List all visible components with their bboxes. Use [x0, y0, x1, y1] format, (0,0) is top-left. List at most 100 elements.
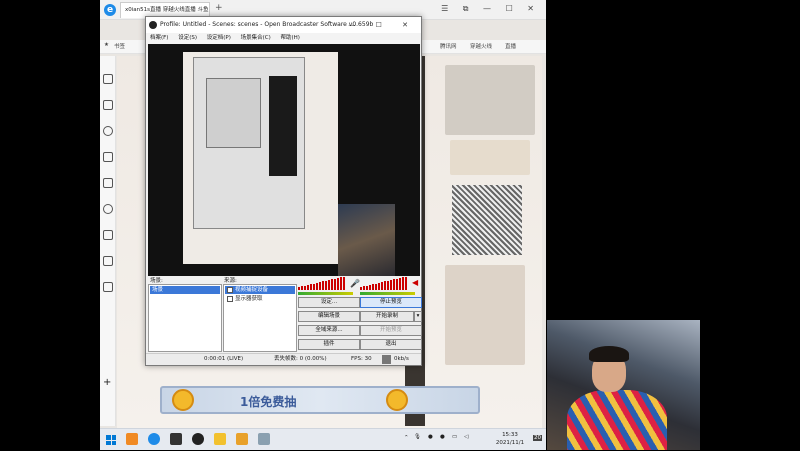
desktop-volume-slider[interactable]: [298, 292, 353, 295]
tray-app-icon[interactable]: ●: [440, 434, 445, 440]
browser-window-controls[interactable]: ☰ ⧉ — ☐ ✕: [441, 4, 540, 14]
obs-window-title: Profile: Untitled - Scenes: scenes - Ope…: [160, 21, 374, 28]
meter-bar: [343, 276, 345, 290]
reader-icon[interactable]: [103, 100, 113, 110]
global-sources-button[interactable]: 全域来源...: [298, 325, 360, 336]
menu-settings[interactable]: 设定(S): [178, 35, 197, 41]
meter-bar: [399, 277, 401, 290]
browser-logo-icon[interactable]: e: [104, 4, 116, 16]
start-button[interactable]: [106, 435, 116, 445]
tray-app-icon[interactable]: ●: [428, 434, 433, 440]
obs-menu-bar: 档案(F) 设定(S) 设定档(P) 场景集合(C) 帮助(H): [146, 33, 421, 44]
obs-status-bar: 0:00:01 (LIVE) 丢失帧数: 0 (0.00%) FPS: 30 0…: [146, 353, 421, 365]
obs-preview: [148, 44, 420, 276]
stop-preview-button[interactable]: 停止预览: [360, 297, 422, 308]
desktop-volume-meter: [298, 276, 345, 290]
scene-item[interactable]: 场景: [150, 286, 220, 294]
preview-black-area: [338, 44, 395, 204]
menu-scene-collection[interactable]: 场景集合(C): [241, 35, 271, 41]
add-icon[interactable]: +: [103, 378, 113, 388]
preview-webcam-feed: [338, 204, 395, 276]
obs-window: Profile: Untitled - Scenes: scenes - Ope…: [145, 16, 422, 366]
webpage-decoration: [445, 265, 525, 365]
bitrate-indicator: [382, 355, 391, 364]
app-icon[interactable]: [126, 433, 138, 445]
new-tab-button[interactable]: +: [215, 3, 223, 13]
app-icon[interactable]: [214, 433, 226, 445]
search-icon[interactable]: [103, 126, 113, 136]
menu-help[interactable]: 帮助(H): [281, 35, 300, 41]
source-label: 视频捕捉设备: [235, 287, 269, 293]
volume-icon[interactable]: ◁: [464, 434, 468, 440]
coin-icon: [386, 389, 408, 411]
webpage-decoration: [450, 140, 530, 175]
scenes-list[interactable]: 场景: [148, 284, 222, 352]
bookmark-label[interactable]: 书签: [114, 42, 125, 50]
cart-icon[interactable]: [103, 256, 113, 266]
meter-bar: [334, 278, 336, 290]
exit-button[interactable]: 退出: [360, 339, 422, 350]
meter-bar: [393, 279, 395, 290]
app-icon[interactable]: [258, 433, 270, 445]
meter-bar: [322, 281, 324, 290]
preview-captured-screen: [183, 52, 338, 264]
sources-list[interactable]: 视频捕捉设备 显示器获取: [223, 284, 297, 352]
bookmark-star-icon[interactable]: ★: [104, 42, 109, 48]
chat-icon[interactable]: [103, 204, 113, 214]
webpage-decoration: [445, 65, 535, 135]
notification-badge[interactable]: 20: [533, 435, 542, 441]
source-checkbox[interactable]: [227, 296, 233, 302]
bookmark-item[interactable]: 腾讯网: [440, 42, 457, 50]
meter-bar: [396, 278, 398, 290]
edit-scene-button[interactable]: 编辑场景: [298, 311, 360, 322]
clock[interactable]: 15:33 2021/11/1: [490, 431, 530, 447]
bag-icon[interactable]: [103, 230, 113, 240]
app-icon[interactable]: [236, 433, 248, 445]
microphone-icon[interactable]: 🎤: [350, 279, 360, 288]
nested-preview: [206, 78, 261, 148]
start-recording-button[interactable]: 开始录制: [360, 311, 414, 322]
clock-date: 2021/11/1: [495, 440, 525, 446]
source-item[interactable]: 显示器获取: [225, 295, 295, 303]
tray-expand-icon[interactable]: ⌃: [404, 435, 409, 441]
meter-bar: [328, 280, 330, 290]
obs-window-controls[interactable]: — ☐ ✕: [348, 17, 417, 33]
favorites-icon[interactable]: [103, 74, 113, 84]
meter-bar: [325, 280, 327, 290]
meter-bar: [378, 282, 380, 290]
notes-icon[interactable]: [103, 152, 113, 162]
webcam-overlay: [547, 320, 700, 450]
mic-tray-icon[interactable]: 🎙: [414, 434, 421, 440]
banner-text: 1倍免费抽: [240, 395, 297, 409]
game-icon[interactable]: [170, 433, 182, 445]
meter-bar: [390, 280, 392, 290]
meter-bar: [316, 282, 318, 290]
meter-bar: [366, 285, 368, 290]
apps-icon[interactable]: [103, 178, 113, 188]
dropped-frames: 丢失帧数: 0 (0.00%): [274, 356, 327, 362]
start-preview-button[interactable]: 开始预览: [360, 325, 422, 336]
menu-file[interactable]: 档案(F): [150, 35, 168, 41]
settings-button[interactable]: 设定...: [298, 297, 360, 308]
gift-banner[interactable]: [160, 386, 480, 414]
network-icon[interactable]: ▭: [452, 434, 457, 440]
source-item[interactable]: 视频捕捉设备: [225, 286, 295, 294]
recording-dropdown-icon[interactable]: ▾: [414, 311, 422, 322]
meter-bar: [313, 283, 315, 290]
mic-volume-slider[interactable]: [360, 292, 415, 295]
plugins-button[interactable]: 插件: [298, 339, 360, 350]
menu-profile[interactable]: 设定档(P): [207, 35, 231, 41]
nested-obs-window: [193, 57, 305, 229]
browser-taskbar-icon[interactable]: [148, 433, 160, 445]
obs-taskbar-icon[interactable]: [192, 433, 204, 445]
clipboard-icon[interactable]: [103, 282, 113, 292]
bookmark-item[interactable]: 直播: [505, 42, 516, 50]
coin-icon: [172, 389, 194, 411]
speaker-icon[interactable]: ◀: [412, 278, 418, 287]
bookmark-item[interactable]: 穿越火线: [470, 42, 492, 50]
clock-time: 15:33: [502, 432, 518, 438]
meter-bar: [405, 276, 407, 290]
meter-bar: [375, 283, 377, 290]
bitrate-readout: 0kb/s: [394, 356, 409, 362]
source-checkbox[interactable]: [227, 287, 233, 293]
